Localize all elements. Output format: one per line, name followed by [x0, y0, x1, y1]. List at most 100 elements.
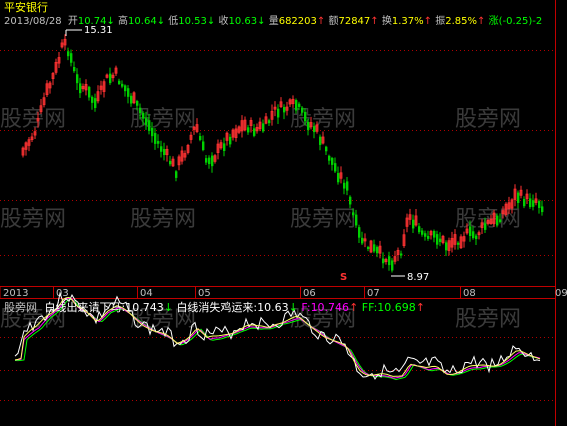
candle-body: [472, 231, 475, 239]
candle-body: [145, 118, 148, 125]
candle-body: [424, 233, 427, 237]
candle-body: [400, 253, 403, 256]
info-turnover: 1.37%: [392, 16, 424, 27]
watermark-text: 股旁网: [0, 107, 66, 132]
time-axis-label: 09: [555, 288, 567, 299]
candle-body: [439, 238, 442, 242]
candle-body: [382, 258, 385, 264]
candle-body: [109, 73, 112, 84]
candle-body: [421, 230, 424, 235]
candle-body: [268, 120, 271, 124]
candle-body: [358, 227, 361, 238]
candle-body: [304, 111, 307, 122]
candle-body: [523, 199, 526, 207]
candle-body: [319, 136, 322, 145]
candle-body: [541, 206, 544, 213]
candle-body: [91, 96, 94, 103]
candlestick-series[interactable]: [21, 34, 544, 273]
candle-body: [346, 181, 349, 191]
candle-body: [517, 192, 520, 203]
indicator-ff-value: 10.698: [377, 301, 416, 314]
indicator-line1-value: 10.743: [125, 301, 164, 314]
candle-body: [313, 126, 316, 133]
time-axis: 2013 03 04 05 06 07 08 09: [3, 286, 567, 299]
candle-body: [529, 198, 532, 208]
candle-body: [208, 157, 211, 165]
watermark-text: 股旁网: [455, 307, 521, 332]
info-volume: 682203: [279, 16, 317, 27]
candle-body: [277, 108, 280, 118]
candle-body: [148, 120, 151, 131]
candle-body: [373, 244, 376, 252]
info-low: 10.53: [178, 16, 207, 27]
candle-body: [328, 155, 331, 161]
watermark-text: 股旁网: [0, 207, 66, 232]
low-marker: 8.97: [391, 272, 429, 283]
candle-body: [124, 85, 127, 92]
candle-body: [349, 196, 352, 205]
candle-body: [331, 157, 334, 165]
candle-body: [163, 149, 166, 156]
time-axis-label: 04: [140, 288, 153, 299]
candle-body: [130, 95, 133, 104]
info-amplitude: 2.85%: [445, 16, 477, 27]
candle-body: [307, 121, 310, 130]
stock-title: 平安银行: [4, 0, 48, 14]
info-close: 10.63: [228, 16, 257, 27]
candle-body: [154, 132, 157, 144]
candle-body: [433, 230, 436, 238]
candle-body: [118, 80, 121, 85]
candle-body: [88, 86, 91, 98]
ohlc-info-bar: 2013/08/28 开10.74↓ 高10.64↓ 低10.53↓ 收10.6…: [4, 14, 542, 27]
candle-body: [343, 182, 346, 189]
candle-body: [337, 173, 340, 183]
candle-body: [175, 171, 178, 178]
candle-body: [205, 158, 208, 163]
candle-body: [160, 146, 163, 152]
candle-body: [157, 141, 160, 144]
indicator-source: 股旁网: [4, 300, 37, 314]
info-date: 2013/08/28: [4, 16, 62, 27]
watermark-text: 股旁网: [290, 107, 356, 132]
candle-body: [499, 219, 502, 223]
candle-body: [334, 163, 337, 172]
time-axis-label: 2013: [3, 288, 28, 299]
candle-body: [457, 242, 460, 245]
candle-body: [445, 242, 448, 251]
candle-body: [139, 107, 142, 114]
candle-body: [67, 51, 70, 57]
candle-body: [142, 112, 145, 119]
candle-body: [151, 127, 154, 137]
candle-body: [70, 53, 73, 63]
candle-body: [295, 100, 298, 111]
candle-body: [202, 141, 205, 151]
candle-body: [361, 237, 364, 244]
candle-body: [475, 235, 478, 240]
watermark-text: 股旁网: [130, 207, 196, 232]
candle-body: [376, 246, 379, 254]
candle-body: [127, 88, 130, 97]
candle-body: [436, 234, 439, 245]
sell-signal-marker: S: [340, 272, 347, 283]
info-change: (-0.25): [499, 16, 533, 27]
candle-body: [496, 215, 499, 226]
time-axis-label: 05: [198, 288, 211, 299]
candle-body: [121, 83, 124, 87]
candle-body: [73, 67, 76, 72]
indicator-line2-value: 10.63: [257, 301, 289, 314]
candle-body: [301, 107, 304, 113]
info-change-pct: -2: [532, 16, 542, 27]
candle-body: [388, 256, 391, 266]
candle-body: [229, 136, 232, 145]
time-axis-label: 07: [367, 288, 380, 299]
indicator-f-value: 10.746: [311, 301, 350, 314]
stock-chart-canvas[interactable]: 股旁网 股旁网 股旁网 股旁网股旁网 股旁网 股旁网 股旁网股旁网 股旁网 股旁网 股旁网 15.…: [0, 0, 567, 426]
candle-body: [223, 143, 226, 151]
indicator-header: 股旁网 白线出来请下马:10.743↓ 白线消失鸡运来:10.63↓ F:10.…: [4, 300, 425, 314]
candle-body: [136, 100, 139, 106]
candle-body: [325, 146, 328, 152]
candle-body: [298, 103, 301, 107]
candle-body: [427, 235, 430, 239]
candle-body: [352, 212, 355, 216]
candle-body: [247, 127, 250, 133]
